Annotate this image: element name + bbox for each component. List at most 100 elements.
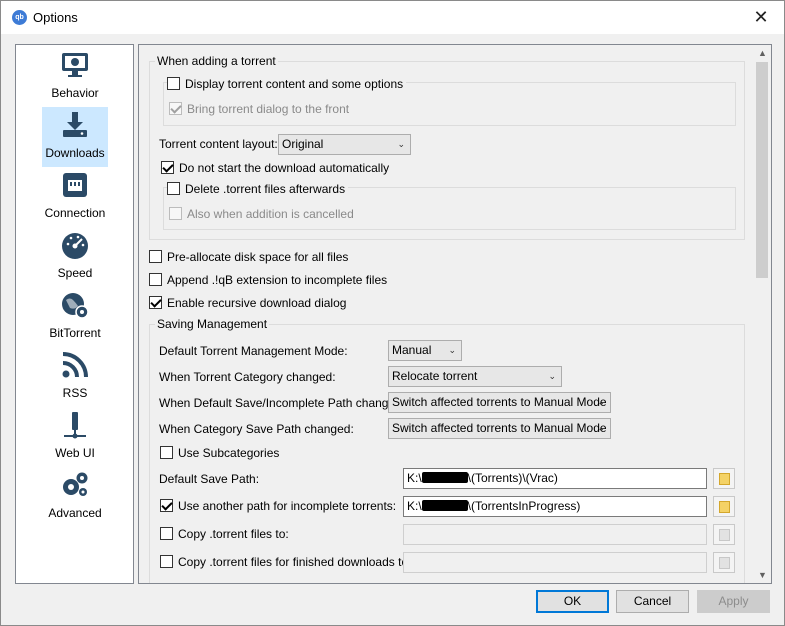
close-icon[interactable]: ✕ [738,1,784,34]
apply-button: Apply [697,590,770,613]
sidebar-item-behavior[interactable]: Behavior [42,47,108,107]
incomplete-checkbox[interactable] [160,499,173,512]
gears-icon [63,472,88,496]
display-content-checkbox[interactable] [167,77,180,90]
bring-front-checkbox [169,102,182,115]
chevron-down-icon: ⌄ [597,423,605,433]
vertical-scrollbar[interactable]: ▲ ▼ [754,45,771,583]
display-content-label: Display torrent content and some options [185,77,404,91]
download-icon [63,112,87,137]
recursive-label: Enable recursive download dialog [167,296,347,310]
downloads-settings-panel: When adding a torrent Display torrent co… [138,44,772,584]
category-path-value: Switch affected torrents to Manual Mode [392,421,607,435]
dont-start-label: Do not start the download automatically [179,161,390,175]
browse-default-save-button[interactable] [713,468,735,489]
copy-finished-checkbox[interactable] [160,555,173,568]
also-cancelled-option: Also when addition is cancelled [169,206,354,222]
bring-front-label: Bring torrent dialog to the front [187,102,350,116]
sidebar-item-label: BitTorrent [49,326,101,340]
group-title: When adding a torrent [155,54,278,68]
folder-icon [719,557,730,569]
mode-label: Default Torrent Management Mode: [159,344,348,358]
sidebar-item-label: Behavior [51,86,99,100]
sidebar-item-label: Web UI [55,446,95,460]
copy-finished-label: Copy .torrent files for finished downloa… [178,555,412,569]
subcategories-option[interactable]: Use Subcategories [160,445,279,461]
scrollbar-thumb[interactable] [756,62,768,278]
management-mode-select[interactable]: Manual ⌄ [388,340,462,361]
category-path-select[interactable]: Switch affected torrents to Manual Mode … [388,418,611,439]
browse-copy-finished-button [713,552,735,573]
copy-to-label: Copy .torrent files to: [178,527,289,541]
sidebar-item-webui[interactable]: Web UI [42,407,108,467]
globe-gear-icon [62,293,89,319]
sidebar-item-connection[interactable]: Connection [42,167,108,227]
category-changed-select[interactable]: Relocate torrent ⌄ [388,366,562,387]
incomplete-suffix: \(TorrentsInProgress) [467,499,581,513]
default-path-changed-select[interactable]: Switch affected torrents to Manual Mode … [388,392,611,413]
copy-to-option[interactable]: Copy .torrent files to: [160,526,289,542]
management-mode-value: Manual [392,343,432,357]
incomplete-prefix: K:\ [407,499,422,513]
webui-icon [64,412,86,439]
browse-incomplete-button[interactable] [713,496,735,517]
sidebar-item-label: RSS [62,386,88,400]
delete-files-option[interactable]: Delete .torrent files afterwards [167,181,349,197]
incomplete-path-input[interactable]: K:\ \(TorrentsInProgress) [403,496,707,517]
redacted-segment [421,500,468,511]
also-cancelled-label: Also when addition is cancelled [187,207,354,221]
also-cancelled-checkbox [169,207,182,220]
ok-button[interactable]: OK [536,590,609,613]
sidebar-item-bittorrent[interactable]: BitTorrent [42,287,108,347]
default-path-changed-value: Switch affected torrents to Manual Mode [392,395,607,409]
default-save-prefix: K:\ [407,471,422,485]
title-bar[interactable]: qb Options ✕ [1,1,784,34]
browse-copy-to-button [713,524,735,545]
copy-to-checkbox[interactable] [160,527,173,540]
layout-label: Torrent content layout: [159,137,278,151]
dont-start-option[interactable]: Do not start the download automatically [161,160,389,176]
scroll-up-icon[interactable]: ▲ [754,45,771,61]
append-ext-label: Append .!qB extension to incomplete file… [167,273,388,287]
display-content-option[interactable]: Display torrent content and some options [167,76,407,92]
sidebar-item-downloads[interactable]: Downloads [42,107,108,167]
copy-finished-path-input [403,552,707,573]
append-ext-checkbox[interactable] [149,273,162,286]
category-changed-label: When Torrent Category changed: [159,370,336,384]
scroll-down-icon[interactable]: ▼ [754,567,771,583]
rss-icon [62,352,88,378]
monitor-icon [62,53,88,77]
recursive-checkbox[interactable] [149,296,162,309]
dont-start-checkbox[interactable] [161,161,174,174]
preallocate-checkbox[interactable] [149,250,162,263]
copy-finished-option[interactable]: Copy .torrent files for finished downloa… [160,554,411,570]
append-ext-option[interactable]: Append .!qB extension to incomplete file… [149,272,387,288]
copy-to-path-input [403,524,707,545]
default-path-changed-label: When Default Save/Incomplete Path change… [159,396,406,410]
subcategories-label: Use Subcategories [178,446,280,460]
category-changed-value: Relocate torrent [392,369,478,383]
incomplete-label: Use another path for incomplete torrents… [178,499,397,513]
chevron-down-icon: ⌄ [548,371,556,381]
sidebar-item-label: Speed [57,266,93,280]
options-dialog: qb Options ✕ Behavior Downloads Connecti… [0,0,785,626]
sidebar-item-speed[interactable]: Speed [42,227,108,287]
default-save-path-input[interactable]: K:\ \(Torrents)\(Vrac) [403,468,707,489]
cancel-button[interactable]: Cancel [616,590,689,613]
content-layout-select[interactable]: Original ⌄ [278,134,411,155]
sidebar-item-advanced[interactable]: Advanced [42,467,108,527]
sidebar-item-rss[interactable]: RSS [42,347,108,407]
default-save-label: Default Save Path: [159,472,260,486]
folder-icon [719,501,730,513]
delete-files-checkbox[interactable] [167,182,180,195]
qbittorrent-app-icon: qb [12,10,27,25]
subcategories-checkbox[interactable] [160,446,173,459]
window-title: Options [33,10,78,25]
incomplete-option[interactable]: Use another path for incomplete torrents… [160,498,396,514]
recursive-option[interactable]: Enable recursive download dialog [149,295,346,311]
preallocate-label: Pre-allocate disk space for all files [167,250,349,264]
folder-icon [719,529,730,541]
network-icon [63,173,87,197]
preallocate-option[interactable]: Pre-allocate disk space for all files [149,249,348,265]
speedometer-icon [62,233,88,259]
